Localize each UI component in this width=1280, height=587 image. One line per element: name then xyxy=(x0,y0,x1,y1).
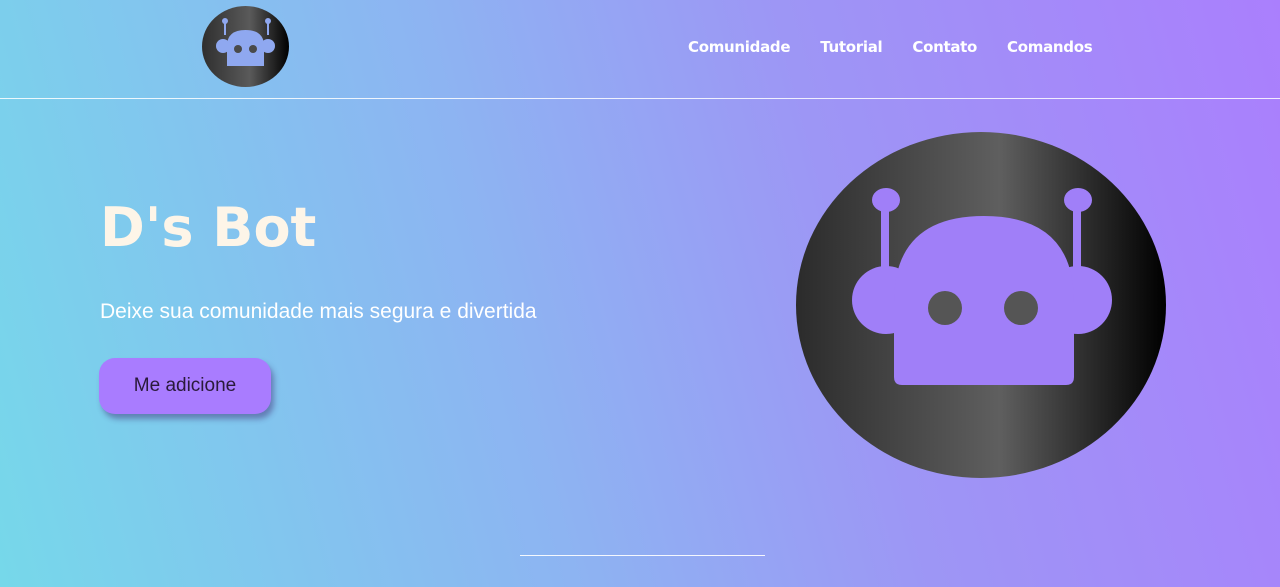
site-header: Comunidade Tutorial Contato Comandos xyxy=(0,0,1280,99)
main-nav: Comunidade Tutorial Contato Comandos xyxy=(688,38,1093,56)
nav-link-contato[interactable]: Contato xyxy=(912,38,977,56)
add-bot-button[interactable]: Me adicione xyxy=(99,358,271,414)
robot-icon xyxy=(216,18,275,66)
nav-link-comandos[interactable]: Comandos xyxy=(1007,38,1093,56)
hero-subtitle: Deixe sua comunidade mais segura e diver… xyxy=(100,300,537,323)
nav-link-comunidade[interactable]: Comunidade xyxy=(688,38,791,56)
nav-link-tutorial[interactable]: Tutorial xyxy=(820,38,882,56)
robot-logo-icon[interactable] xyxy=(202,6,289,87)
robot-icon xyxy=(852,188,1112,385)
divider-line xyxy=(520,555,765,556)
hero-robot-image xyxy=(796,132,1166,478)
hero-title: D's Bot xyxy=(100,196,317,259)
